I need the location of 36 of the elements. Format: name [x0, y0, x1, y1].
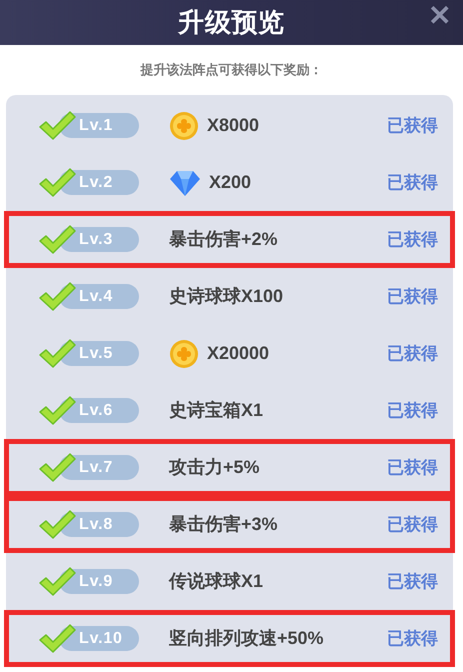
- status-label: 已获得: [387, 228, 438, 251]
- status-label: 已获得: [387, 400, 438, 422]
- reward-text: 暴击伤害+2%: [169, 228, 278, 251]
- level-pill: Lv.6: [59, 398, 139, 423]
- status-label: 已获得: [387, 172, 438, 194]
- reward-text: 史诗宝箱X1: [169, 399, 264, 422]
- reward-text: X200: [209, 171, 252, 194]
- reward-text: 暴击伤害+3%: [169, 513, 278, 536]
- level-pill: Lv.10: [59, 626, 139, 651]
- reward-text: 攻击力+5%: [169, 456, 260, 479]
- level-pill: Lv.5: [59, 341, 139, 366]
- gem-icon: [169, 168, 201, 196]
- coin-icon: [169, 110, 199, 140]
- level-pill: Lv.4: [59, 284, 139, 309]
- subtitle: 提升该法阵点可获得以下奖励：: [140, 61, 322, 80]
- coin-icon: [169, 338, 199, 368]
- reward-text: X8000: [207, 114, 260, 137]
- status-label: 已获得: [387, 286, 438, 308]
- status-label: 已获得: [387, 456, 438, 479]
- status-label: 已获得: [387, 342, 438, 365]
- level-pill: Lv.1: [59, 113, 139, 138]
- window-title: 升级预览: [178, 6, 285, 39]
- reward-text: X20000: [207, 342, 270, 365]
- reward-text: 史诗球球X100: [169, 285, 284, 308]
- reward-text: 传说球球X1: [169, 570, 264, 593]
- level-pill: Lv.8: [59, 512, 139, 537]
- level-pill: Lv.2: [59, 170, 139, 195]
- status-label: 已获得: [387, 628, 438, 650]
- level-pill: Lv.9: [59, 569, 139, 594]
- close-button[interactable]: ✕: [428, 2, 451, 30]
- status-label: 已获得: [387, 514, 438, 536]
- reward-text: 竖向排列攻速+50%: [169, 627, 324, 650]
- status-label: 已获得: [387, 570, 438, 593]
- level-pill: Lv.7: [59, 455, 139, 480]
- level-pill: Lv.3: [59, 227, 139, 252]
- status-label: 已获得: [387, 114, 438, 137]
